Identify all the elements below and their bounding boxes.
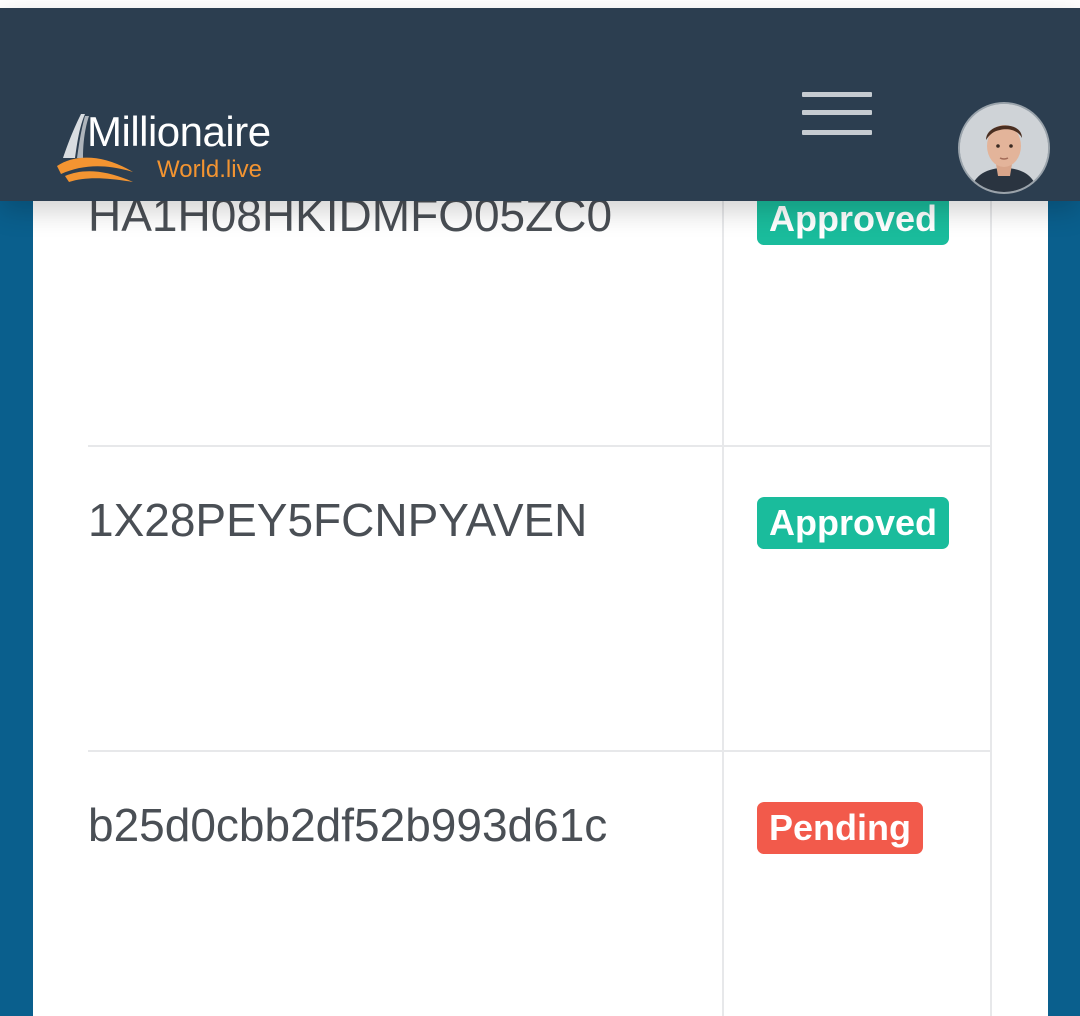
status-badge: Approved (757, 497, 950, 549)
status-badge: Pending (757, 802, 923, 854)
brand-logo[interactable]: Millionaire World.live (55, 108, 325, 188)
hamburger-menu-icon[interactable] (802, 92, 872, 138)
table-row: b25d0cbb2df52b993d61c Pending (33, 752, 1048, 1016)
status-bar-strip (0, 0, 1080, 8)
transaction-hash: HA1H08HKIDMFO05ZC0 (88, 200, 613, 241)
brand-name: Millionaire (87, 108, 271, 155)
avatar-portrait-icon (960, 104, 1048, 192)
status-badge: Approved (757, 200, 950, 245)
app-header: Millionaire World.live (0, 8, 1080, 201)
transaction-hash: 1X28PEY5FCNPYAVEN (88, 494, 588, 546)
user-avatar[interactable] (960, 104, 1048, 192)
transactions-card: HA1H08HKIDMFO05ZC0 Approved 1X28PEY5FCNP… (33, 200, 1048, 1016)
table-row: HA1H08HKIDMFO05ZC0 Approved (33, 200, 1048, 445)
transaction-hash: b25d0cbb2df52b993d61c (88, 799, 608, 851)
table-row: 1X28PEY5FCNPYAVEN Approved (33, 447, 1048, 752)
brand-subtitle: World.live (157, 156, 262, 183)
